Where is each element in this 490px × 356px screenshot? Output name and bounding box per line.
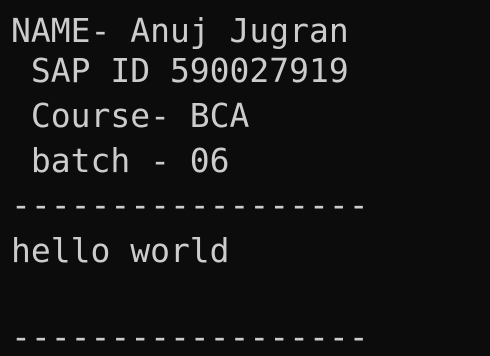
terminal-window[interactable]: NAME- Anuj Jugran SAP ID 590027919 Cours… bbox=[0, 0, 490, 356]
output-line-hello-world: hello world bbox=[11, 231, 230, 270]
output-line-batch: batch - 06 bbox=[11, 141, 230, 180]
output-separator-top: ------------------ bbox=[11, 185, 369, 224]
output-line-name: NAME- Anuj Jugran bbox=[11, 11, 349, 50]
output-separator-bottom: ------------------ bbox=[11, 317, 369, 356]
output-line-sap-id: SAP ID 590027919 bbox=[11, 51, 349, 90]
output-line-course: Course- BCA bbox=[11, 96, 250, 135]
